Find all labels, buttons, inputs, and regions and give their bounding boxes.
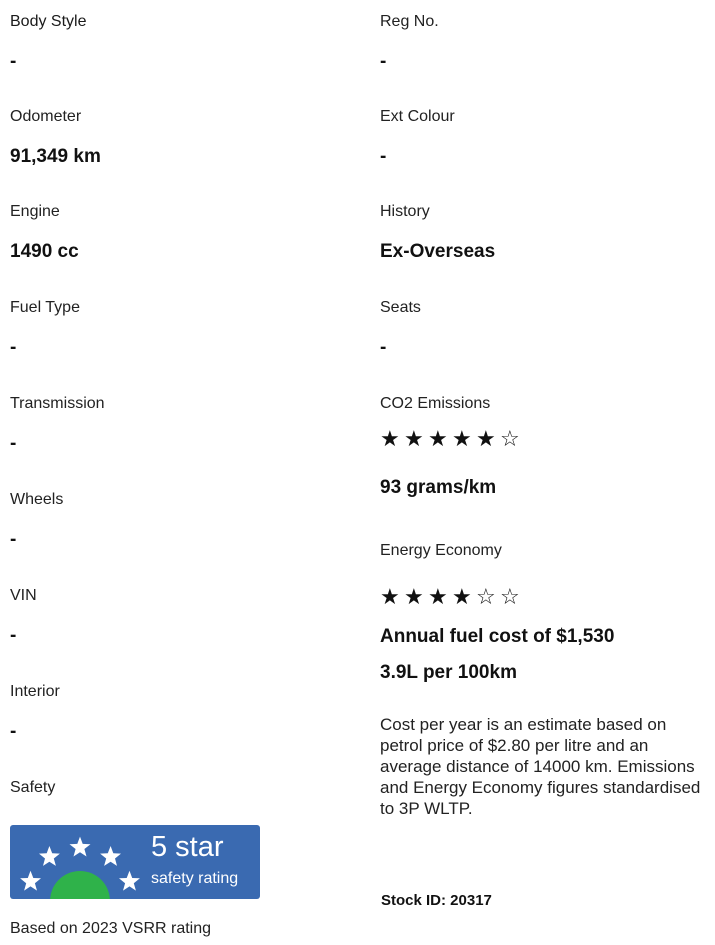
badge-star-icon (69, 836, 91, 857)
fuel-type-value: - (10, 337, 17, 358)
filled-star-icon: ★ (452, 426, 475, 451)
empty-star-icon: ☆ (500, 426, 523, 451)
filled-star-icon: ★ (404, 426, 427, 451)
transmission-value: - (10, 433, 17, 454)
seats-label: Seats (380, 299, 421, 316)
annual-fuel-cost: Annual fuel cost of $1,530 (380, 626, 615, 647)
safety-arc-icon (50, 871, 110, 899)
fuel-consumption: 3.9L per 100km (380, 662, 517, 683)
filled-star-icon: ★ (380, 584, 403, 609)
history-label: History (380, 203, 430, 220)
odometer-label: Odometer (10, 108, 82, 125)
wheels-label: Wheels (10, 491, 64, 508)
odometer-value: 91,349 km (10, 146, 101, 167)
safety-rating-badge: 5 star safety rating (10, 825, 260, 899)
transmission-label: Transmission (10, 395, 105, 412)
empty-star-icon: ☆ (500, 584, 523, 609)
stock-id: Stock ID: 20317 (381, 892, 492, 909)
filled-star-icon: ★ (380, 426, 403, 451)
badge-star-icon (119, 870, 140, 891)
interior-label: Interior (10, 683, 60, 700)
co2-label: CO2 Emissions (380, 395, 491, 412)
filled-star-icon: ★ (452, 584, 475, 609)
filled-star-icon: ★ (404, 584, 427, 609)
vin-label: VIN (10, 587, 37, 604)
history-value: Ex-Overseas (380, 241, 496, 262)
energy-label: Energy Economy (380, 542, 502, 559)
fuel-type-label: Fuel Type (10, 299, 80, 316)
safety-label: Safety (10, 779, 56, 796)
reg-no-value: - (380, 51, 387, 72)
cost-disclaimer: Cost per year is an estimate based on pe… (380, 715, 701, 818)
filled-star-icon: ★ (428, 426, 451, 451)
vin-value: - (10, 625, 17, 646)
engine-value: 1490 cc (10, 241, 79, 262)
empty-star-icon: ☆ (476, 584, 499, 609)
body-style-label: Body Style (10, 13, 87, 30)
seats-value: - (380, 337, 387, 358)
co2-value: 93 grams/km (380, 477, 497, 498)
safety-stars-graphic (20, 836, 140, 899)
filled-star-icon: ★ (428, 584, 451, 609)
engine-label: Engine (10, 203, 60, 220)
co2-star-rating: ★★★★★☆ (380, 426, 524, 452)
energy-star-rating: ★★★★☆☆ (380, 584, 524, 610)
ext-colour-label: Ext Colour (380, 108, 455, 125)
filled-star-icon: ★ (476, 426, 499, 451)
body-style-value: - (10, 51, 17, 72)
interior-value: - (10, 721, 17, 742)
badge-title: 5 star (151, 831, 224, 863)
reg-no-label: Reg No. (380, 13, 439, 30)
wheels-value: - (10, 529, 17, 550)
safety-note: Based on 2023 VSRR rating (10, 920, 212, 937)
ext-colour-value: - (380, 146, 387, 167)
badge-subtitle: safety rating (151, 870, 239, 887)
badge-star-icon (100, 846, 121, 866)
badge-star-icon (39, 846, 60, 866)
badge-star-icon (20, 870, 41, 891)
